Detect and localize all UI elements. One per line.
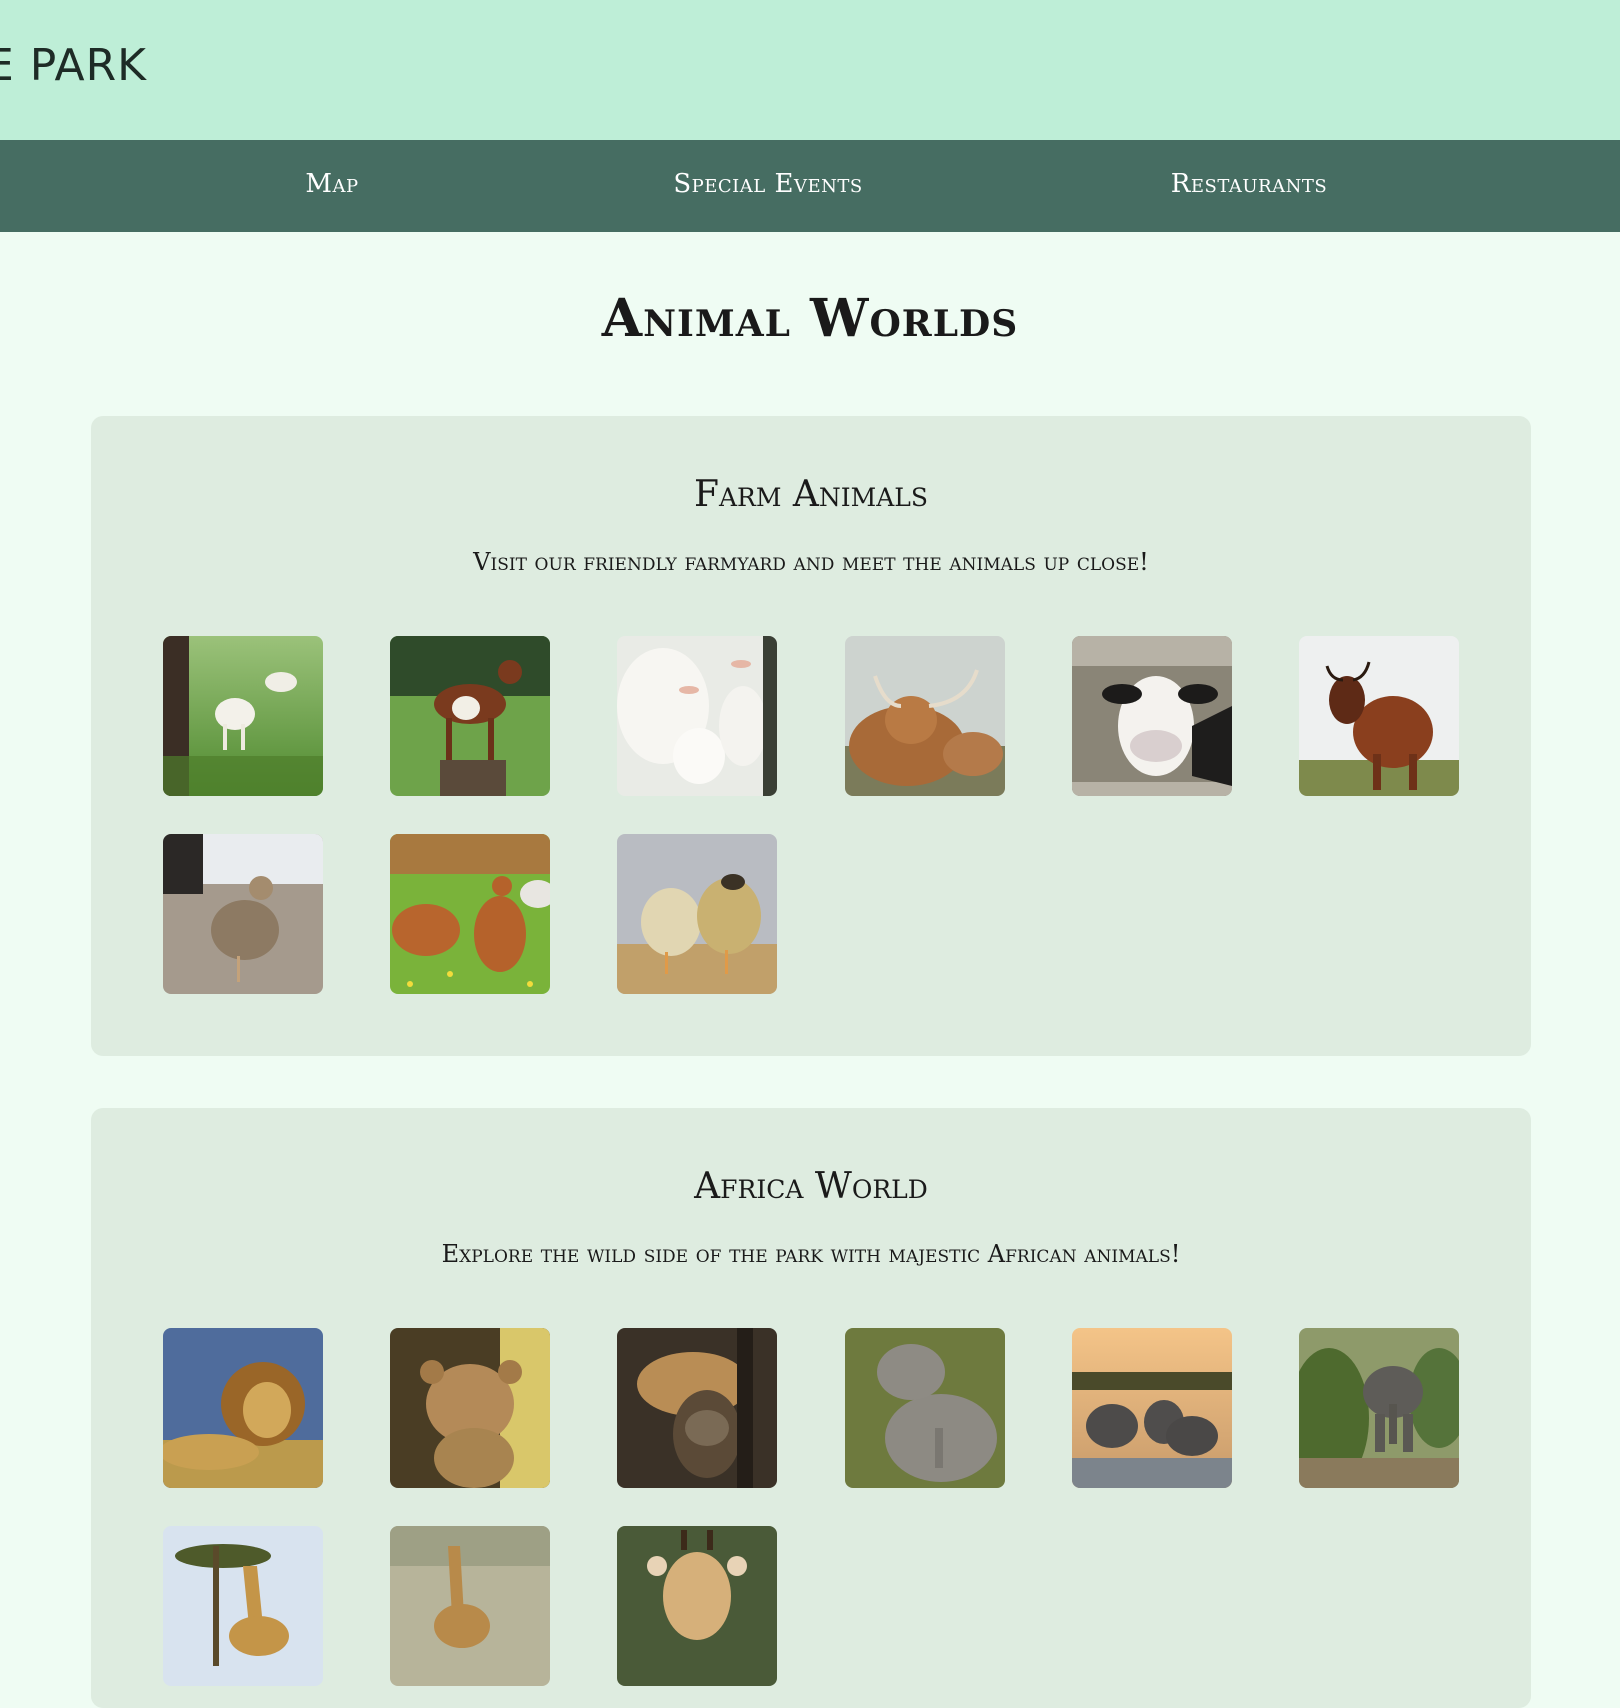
photo-tile[interactable] (163, 1526, 323, 1686)
chicks-photo (617, 834, 777, 994)
photo-tile[interactable] (163, 1328, 323, 1488)
hens-photo (390, 834, 550, 994)
photo-tile[interactable] (617, 1526, 777, 1686)
section-title: Africa World (694, 1166, 928, 1207)
nav-map-link[interactable]: Map (305, 169, 358, 199)
hen-photo (163, 834, 323, 994)
elephant-bush-photo (1299, 1328, 1459, 1488)
photo-tile[interactable] (617, 834, 777, 994)
nav-special-events-link[interactable]: Special Events (673, 169, 862, 199)
photo-tile[interactable] (845, 1328, 1005, 1488)
giraffe-tree-photo (163, 1526, 323, 1686)
main-nav: Map Special Events Restaurants (0, 140, 1620, 232)
farm-animals-section: Farm Animals Visit our friendly farmyard… (91, 416, 1531, 1056)
photo-tile[interactable] (390, 834, 550, 994)
section-description: Explore the wild side of the park with m… (441, 1240, 1181, 1268)
goat-photo (390, 636, 550, 796)
photo-tile[interactable] (617, 636, 777, 796)
photo-tile[interactable] (1072, 636, 1232, 796)
goat-kids-photo (617, 636, 777, 796)
photo-tile[interactable] (390, 1328, 550, 1488)
park-logo[interactable]: E PARK (0, 40, 147, 91)
site-header: E PARK (0, 0, 1620, 140)
lioness-in-tree-photo (617, 1328, 777, 1488)
elephants-sunset-photo (1072, 1328, 1232, 1488)
brown-cow-photo (1299, 636, 1459, 796)
goat-photo (163, 636, 323, 796)
highland-cow-photo (845, 636, 1005, 796)
cow-behind-fence-photo (1072, 636, 1232, 796)
lion-cub-photo (390, 1328, 550, 1488)
photo-tile[interactable] (1299, 1328, 1459, 1488)
baby-elephants-photo (845, 1328, 1005, 1488)
giraffe-head-photo (617, 1526, 777, 1686)
lion-photo (163, 1328, 323, 1488)
photo-tile[interactable] (163, 636, 323, 796)
young-giraffe-photo (390, 1526, 550, 1686)
photo-tile[interactable] (390, 636, 550, 796)
photo-tile[interactable] (390, 1526, 550, 1686)
photo-tile[interactable] (1072, 1328, 1232, 1488)
africa-world-section: Africa World Explore the wild side of th… (91, 1108, 1531, 1708)
photo-tile[interactable] (617, 1328, 777, 1488)
photo-tile[interactable] (1299, 636, 1459, 796)
nav-restaurants-link[interactable]: Restaurants (1171, 169, 1327, 199)
page-title: Animal Worlds (601, 288, 1019, 349)
photo-tile[interactable] (845, 636, 1005, 796)
photo-tile[interactable] (163, 834, 323, 994)
section-description: Visit our friendly farmyard and meet the… (473, 548, 1149, 576)
section-title: Farm Animals (693, 474, 929, 515)
